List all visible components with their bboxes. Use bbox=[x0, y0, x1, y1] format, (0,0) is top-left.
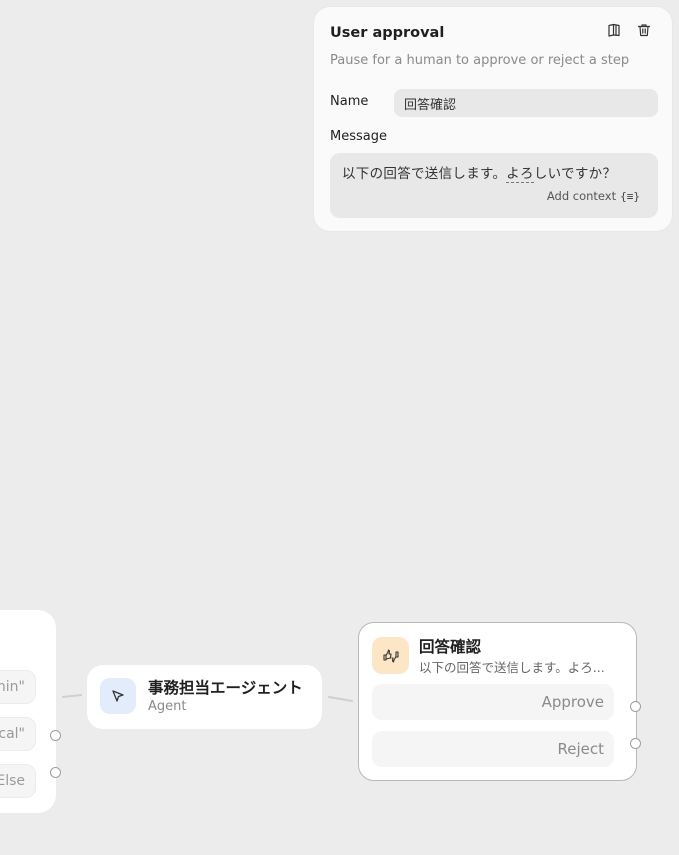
add-context-button[interactable]: Add context {≡} bbox=[547, 189, 640, 203]
add-context-label: Add context bbox=[546, 189, 617, 203]
name-field-value: 回答確認 bbox=[404, 97, 457, 113]
agent-node-title: 事務担当エージェント bbox=[148, 679, 303, 697]
connection-edge bbox=[61, 693, 83, 699]
context-variable-icon: {≡} bbox=[620, 189, 640, 203]
approval-node-subtitle: 以下の回答で送信します。よろ... bbox=[419, 660, 605, 675]
thumbs-up-down-icon bbox=[372, 637, 409, 674]
condition-branch[interactable]: cal" bbox=[0, 717, 36, 751]
message-text-underlined: よろ bbox=[506, 166, 534, 183]
name-label: Name bbox=[330, 94, 369, 109]
agent-node-subtitle: Agent bbox=[148, 699, 187, 714]
approval-node-title: 回答確認 bbox=[419, 638, 482, 656]
condition-node[interactable]: min" cal" Else bbox=[0, 610, 56, 813]
message-label: Message bbox=[330, 129, 387, 144]
user-approval-node[interactable]: 回答確認 以下の回答で送信します。よろ... Approve Reject bbox=[358, 622, 637, 781]
message-field[interactable]: 以下の回答で送信します。よろしいですか？ Add context {≡} bbox=[330, 153, 658, 218]
connection-edge bbox=[328, 695, 353, 703]
reject-output-port[interactable] bbox=[630, 738, 641, 749]
book-icon[interactable] bbox=[606, 22, 622, 38]
else-branch[interactable]: Else bbox=[0, 764, 36, 798]
trash-icon[interactable] bbox=[636, 22, 652, 38]
message-text-prefix: 以下の回答で送信します。 bbox=[342, 166, 507, 182]
reject-branch[interactable]: Reject bbox=[372, 731, 614, 767]
condition-branch[interactable]: min" bbox=[0, 670, 36, 704]
else-output-port[interactable] bbox=[50, 767, 61, 778]
user-approval-inspector-panel: User approval Pause for a human to appro… bbox=[314, 7, 672, 231]
panel-title: User approval bbox=[330, 25, 445, 41]
approve-branch[interactable]: Approve bbox=[372, 684, 614, 720]
message-text: 以下の回答で送信します。よろしいですか？ bbox=[342, 162, 617, 183]
message-text-suffix: しいですか？ bbox=[533, 166, 617, 182]
name-field[interactable]: 回答確認 bbox=[394, 89, 658, 117]
cursor-icon bbox=[100, 678, 136, 714]
condition-output-port[interactable] bbox=[50, 730, 61, 741]
panel-description: Pause for a human to approve or reject a… bbox=[330, 53, 630, 68]
approve-output-port[interactable] bbox=[630, 701, 641, 712]
panel-actions bbox=[606, 22, 652, 38]
agent-node[interactable]: 事務担当エージェント Agent bbox=[87, 665, 322, 729]
